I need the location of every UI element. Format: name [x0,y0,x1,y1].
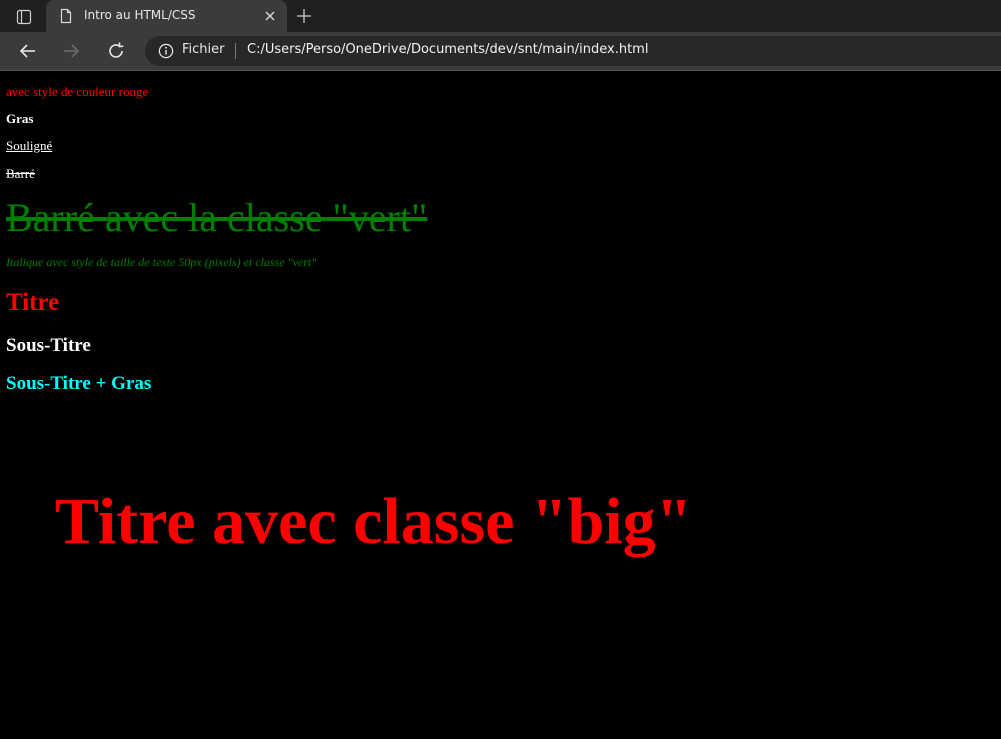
green-strikethrough-text: Barré avec la classe "vert" [6,195,428,240]
address-separator [235,43,236,59]
browser-tab[interactable]: Intro au HTML/CSS [46,0,287,32]
back-arrow-icon[interactable] [14,37,42,65]
info-icon[interactable] [158,43,174,59]
site-info-label[interactable]: Fichier [182,42,225,57]
close-icon[interactable] [262,8,278,24]
underlined-text: Souligné [6,138,53,153]
browser-window: Intro au HTML/CSS Fichier C:/Users/Perso… [0,0,1001,739]
bold-subtitle: Sous-Titre + Gras [6,373,152,394]
green-italic-text: Italique avec style de taille de texte 5… [6,255,317,269]
page-icon [58,8,74,24]
tab-title: Intro au HTML/CSS [84,8,196,22]
url-text[interactable]: C:/Users/Perso/OneDrive/Documents/dev/sn… [247,42,648,57]
address-bar[interactable]: Fichier C:/Users/Perso/OneDrive/Document… [145,36,1001,66]
forward-arrow-icon[interactable] [57,37,85,65]
red-styled-text: avec style de couleur rouge [6,84,149,99]
bold-text: Gras [6,111,34,126]
big-title: Titre avec classe "big" [55,485,693,558]
subtitle: Sous-Titre [6,335,91,356]
tab-strip: Intro au HTML/CSS [0,0,1001,32]
tab-actions-icon[interactable] [8,4,40,30]
strikethrough-text: Barré [6,166,35,181]
plus-icon[interactable] [293,5,315,27]
navigation-toolbar: Fichier C:/Users/Perso/OneDrive/Document… [0,32,1001,70]
refresh-icon[interactable] [102,37,130,65]
page-content: avec style de couleur rouge Gras Soulign… [0,71,1001,739]
page-title: Titre [6,289,60,316]
